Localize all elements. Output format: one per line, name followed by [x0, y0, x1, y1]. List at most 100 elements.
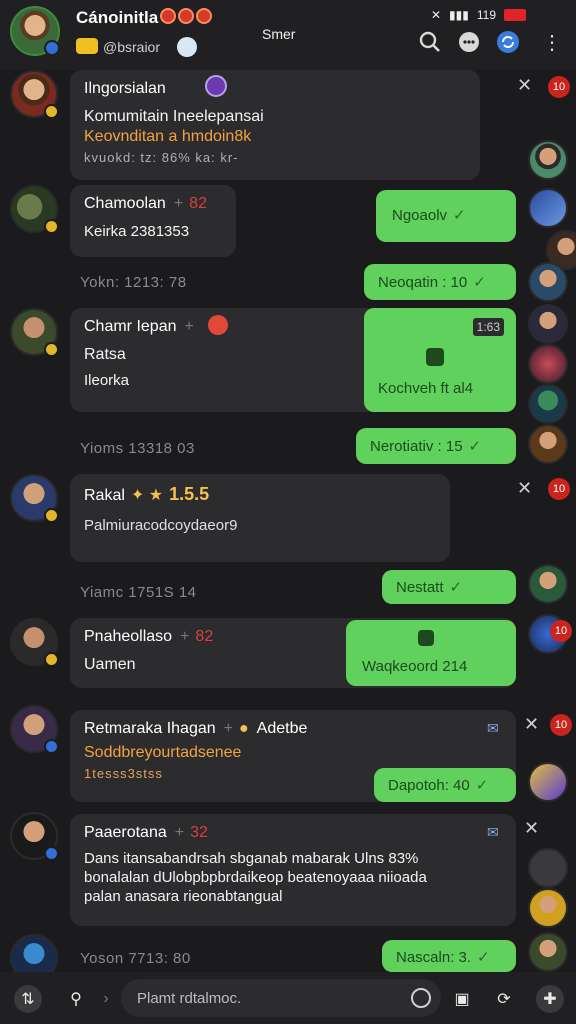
outgoing-bubble[interactable]: 1:63 Kochveh ft al4 [364, 308, 516, 412]
participant-avatar[interactable] [528, 564, 568, 604]
sender-name[interactable]: Retmaraka Ihagan [84, 720, 216, 737]
outgoing-bubble[interactable]: Dapotoh: 40 ✓ [374, 768, 516, 802]
outgoing-bubble[interactable]: Neoqatin : 10 ✓ [364, 264, 516, 300]
outgoing-bubble[interactable]: Nerotiativ : 15 ✓ [356, 428, 516, 464]
group-avatar[interactable] [10, 6, 60, 56]
message-meta: kvuokd: tz: 86% ka: kr- [84, 150, 239, 165]
message-timestamp: Yiamc 1751S 14 [80, 584, 197, 601]
rating-value: 1.5.5 [169, 484, 210, 504]
app-icon [418, 630, 434, 646]
rank-badge-icon [44, 846, 59, 861]
sender-name[interactable]: Paaerotana [84, 824, 167, 841]
sticker-icon [205, 75, 227, 97]
participant-avatar[interactable] [528, 344, 568, 384]
participant-avatar[interactable] [528, 932, 568, 972]
participant-avatar[interactable] [528, 304, 568, 344]
message-bubble[interactable]: Chamoolan +82 Keirka 2381353 [70, 185, 236, 257]
emoji-icon: ● [238, 720, 249, 737]
verified-icon [44, 40, 60, 56]
message-bubble[interactable]: Rakal ✦ ★ 1.5.5 Palmiuracodcoydaeor9 [70, 474, 450, 562]
unread-badge: 10 [550, 620, 572, 642]
camera-icon[interactable]: ▣ [448, 985, 476, 1013]
close-icon[interactable]: ✕ [517, 75, 532, 96]
chat-header: Cánoinitla @bsraior Smer ✕ ▮▮▮ 119 ⋮ [0, 0, 576, 70]
search-icon[interactable] [418, 30, 442, 54]
close-icon[interactable]: ✕ [517, 478, 532, 499]
send-icon[interactable]: ✚ [536, 985, 564, 1013]
outgoing-bubble[interactable]: Waqkeoord 214 [346, 620, 516, 686]
message-input[interactable] [137, 987, 407, 1009]
mail-icon[interactable]: ✉ [487, 824, 499, 841]
participant-avatar[interactable] [528, 140, 568, 180]
participant-avatar[interactable] [528, 424, 568, 464]
mute-icon: ✕ [430, 8, 442, 22]
sender-avatar[interactable] [10, 308, 59, 357]
mail-icon[interactable]: ✉ [487, 720, 499, 737]
message-timestamp: Yokn: 1213: 78 [80, 274, 187, 291]
sender-avatar[interactable] [10, 70, 59, 119]
sender-name[interactable]: Chamoolan [84, 195, 166, 212]
participant-avatar[interactable] [528, 848, 568, 888]
sub-badge-icon [76, 38, 98, 54]
gif-icon[interactable]: ⟳ [490, 985, 518, 1013]
rank-badge-icon [44, 104, 59, 119]
close-icon[interactable]: ✕ [524, 714, 539, 735]
outgoing-bubble[interactable]: Nestatt ✓ [382, 570, 516, 604]
signal-icon: ▮▮▮ [449, 8, 469, 22]
outgoing-text: Nascaln: 3. ✓ [396, 949, 490, 966]
chat-title[interactable]: Cánoinitla [76, 8, 158, 28]
sender-name[interactable]: Ilngorsialan [84, 80, 466, 98]
outgoing-text: Ngoaolv ✓ [392, 207, 466, 224]
message-text: Keirka 2381353 [84, 223, 190, 240]
participant-avatar[interactable] [528, 762, 568, 802]
message-text: bonalalan dUlobpbpbrdaikeop beatenoyaaa … [84, 869, 427, 886]
chevron-right-icon[interactable]: › [92, 985, 120, 1013]
sender-avatar[interactable] [10, 705, 59, 754]
sender-avatar[interactable] [10, 618, 59, 667]
more-menu-icon[interactable]: ⋮ [540, 30, 564, 54]
participant-avatar[interactable] [528, 384, 568, 424]
sender-name[interactable]: Rakal [84, 487, 125, 504]
level-badge: 82 [195, 628, 214, 645]
unread-badge: 10 [548, 478, 570, 500]
outgoing-text: Waqkeoord 214 [362, 658, 468, 675]
level-badge: 82 [189, 195, 207, 212]
emoji-icon [208, 315, 228, 335]
chat-bubble-icon[interactable] [457, 30, 481, 54]
sender-avatar[interactable] [10, 474, 59, 523]
close-icon[interactable]: ✕ [524, 818, 539, 839]
participant-avatar[interactable] [528, 262, 568, 302]
clock: 119 [476, 8, 496, 22]
message-bubble[interactable]: Paaerotana +32 Dans itansabandrsah sbgana… [70, 814, 516, 926]
sync-icon[interactable] [496, 30, 520, 54]
outgoing-text: Neoqatin : 10 ✓ [378, 274, 486, 291]
status-bar: ✕ ▮▮▮ 119 [431, 8, 526, 22]
app-icon [426, 348, 444, 366]
mic-icon[interactable]: ⚲ [62, 985, 90, 1013]
title-status-icons [160, 8, 212, 24]
sender-avatar[interactable] [10, 812, 59, 861]
sender-name[interactable]: Chamr Iepan [84, 318, 177, 335]
participant-avatar[interactable] [528, 888, 568, 928]
outgoing-bubble[interactable]: Nascaln: 3. ✓ [382, 940, 516, 972]
level-badge: 32 [190, 824, 208, 841]
message-bubble[interactable]: Ilngorsialan Komumitain Ineelepansai Keo… [70, 70, 480, 180]
battery-icon [504, 9, 526, 21]
message-text: Komumitain Ineelepansai [84, 108, 264, 125]
rank-badge-icon [44, 739, 59, 754]
message-timestamp: Yoson 7713: 80 [80, 950, 191, 967]
participant-avatar[interactable] [528, 188, 568, 228]
attach-icon[interactable]: ⇅ [14, 985, 42, 1013]
sender-name[interactable]: Pnaheollaso [84, 628, 172, 645]
sender-avatar[interactable] [10, 185, 59, 234]
message-text: Keovnditan a hmdoin8k [84, 128, 252, 145]
rank-badge-icon [44, 219, 59, 234]
star-icon: ✦ ★ [130, 487, 164, 504]
unread-badge: 10 [548, 76, 570, 98]
message-composer[interactable] [121, 979, 441, 1017]
outgoing-bubble[interactable]: Ngoaolv ✓ [376, 190, 516, 242]
chat-screen: Cánoinitla @bsraior Smer ✕ ▮▮▮ 119 ⋮ Iln… [0, 0, 576, 1024]
emoji-picker-icon[interactable] [411, 988, 431, 1008]
message-text: palan anasara rieonabtangual [84, 888, 283, 905]
outgoing-text: Nerotiativ : 15 ✓ [370, 438, 482, 455]
